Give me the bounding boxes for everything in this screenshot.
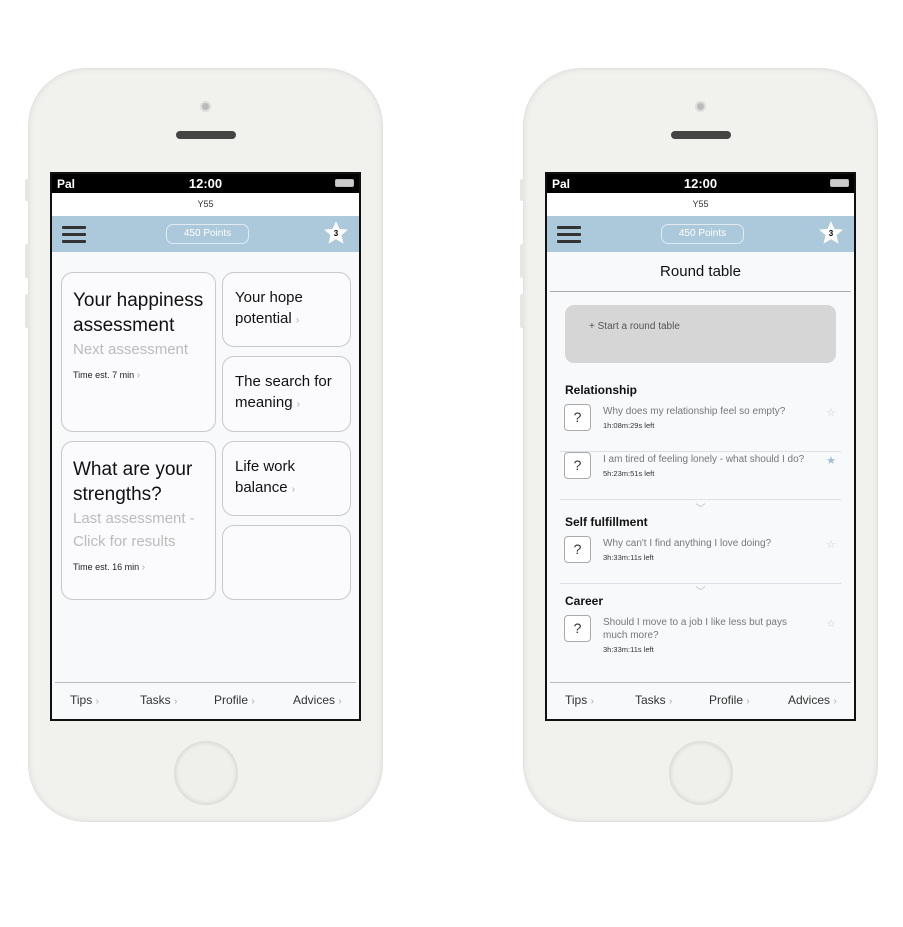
nav-profile[interactable]: Profile › bbox=[214, 693, 255, 707]
question-text: I am tired of feeling lonely - what shou… bbox=[603, 454, 805, 465]
status-bar: Pal 12:00 bbox=[52, 174, 359, 193]
camera bbox=[695, 101, 706, 112]
nav-tips[interactable]: Tips › bbox=[565, 693, 594, 707]
tile-life-work-balance[interactable]: Life work balance › bbox=[222, 441, 351, 516]
tile-title: Life work balance bbox=[235, 458, 296, 496]
question-icon: ? bbox=[564, 404, 591, 431]
section-career: Career bbox=[565, 594, 604, 608]
question-text: Why does my relationship feel so empty? bbox=[603, 406, 786, 417]
tile-title: Your hope potential bbox=[235, 289, 303, 327]
battery-icon bbox=[830, 179, 849, 187]
volume-down bbox=[25, 294, 29, 328]
mute-switch bbox=[25, 179, 29, 201]
section-relationship: Relationship bbox=[565, 383, 638, 397]
chevron-right-icon: › bbox=[136, 370, 141, 381]
star-count: 3 bbox=[828, 229, 834, 238]
chevron-down-icon[interactable]: ﹀ bbox=[547, 500, 854, 515]
chevron-right-icon: › bbox=[141, 562, 146, 573]
time-left: 5h:23m:51s left bbox=[603, 469, 655, 478]
tile-happiness-assessment[interactable]: Your happiness assessment Next assessmen… bbox=[61, 272, 216, 432]
question-text: Should I move to a job I like less but p… bbox=[603, 617, 787, 641]
star-badge[interactable]: 3 bbox=[323, 220, 349, 246]
volume-down bbox=[520, 294, 524, 328]
time-left: 3h:33m:11s left bbox=[603, 645, 654, 654]
volume-up bbox=[520, 244, 524, 278]
tile-hope-potential[interactable]: Your hope potential › bbox=[222, 272, 351, 347]
home-button[interactable] bbox=[669, 741, 733, 805]
tile-title: What are your strengths? bbox=[73, 459, 193, 505]
chevron-right-icon: › bbox=[338, 696, 342, 707]
points-badge[interactable]: 450 Points bbox=[166, 224, 249, 244]
nav-tasks[interactable]: Tasks › bbox=[635, 693, 672, 707]
time-left: 3h:33m:11s left bbox=[603, 553, 654, 562]
round-table-screen: Pal 12:00 Y55 450 Points 3 Round table +… bbox=[545, 172, 856, 721]
phone-left: Pal 12:00 Y55 450 Points 3 Your happines… bbox=[25, 68, 383, 822]
header: 450 Points 3 bbox=[52, 216, 359, 252]
tile-subtitle: Next assessment bbox=[73, 341, 189, 358]
nav-advices[interactable]: Advices › bbox=[293, 693, 342, 707]
phone-right: Pal 12:00 Y55 450 Points 3 Round table +… bbox=[520, 68, 878, 822]
chevron-right-icon: › bbox=[746, 696, 750, 707]
question-item[interactable]: ? Why does my relationship feel so empty… bbox=[560, 404, 841, 452]
app-name: Y55 bbox=[547, 193, 854, 216]
bottom-nav: Tips › Tasks › Profile › Advices › bbox=[550, 682, 851, 719]
header: 450 Points 3 bbox=[547, 216, 854, 252]
chevron-right-icon: › bbox=[590, 696, 594, 707]
bottom-nav: Tips › Tasks › Profile › Advices › bbox=[55, 682, 356, 719]
chevron-right-icon: › bbox=[295, 315, 300, 326]
tile-title: Your happiness assessment bbox=[73, 290, 204, 336]
battery-icon bbox=[335, 179, 354, 187]
divider bbox=[550, 291, 851, 292]
chevron-right-icon: › bbox=[95, 696, 99, 707]
tile-subtitle: Last assessment - Click for results bbox=[73, 510, 195, 550]
chevron-right-icon: › bbox=[669, 696, 673, 707]
nav-advices[interactable]: Advices › bbox=[788, 693, 837, 707]
question-item[interactable]: ? I am tired of feeling lonely - what sh… bbox=[560, 452, 841, 500]
tile-strengths[interactable]: What are your strengths? Last assessment… bbox=[61, 441, 216, 600]
status-bar: Pal 12:00 bbox=[547, 174, 854, 193]
home-screen: Pal 12:00 Y55 450 Points 3 Your happines… bbox=[50, 172, 361, 721]
question-icon: ? bbox=[564, 615, 591, 642]
tile-title: The search for meaning bbox=[235, 373, 332, 411]
hamburger-menu-icon[interactable] bbox=[62, 226, 86, 247]
question-icon: ? bbox=[564, 536, 591, 563]
speaker bbox=[176, 131, 236, 139]
tile-empty[interactable] bbox=[222, 525, 351, 600]
chevron-right-icon: › bbox=[174, 696, 178, 707]
home-button[interactable] bbox=[174, 741, 238, 805]
hamburger-menu-icon[interactable] bbox=[557, 226, 581, 247]
chevron-right-icon: › bbox=[251, 696, 255, 707]
points-badge[interactable]: 450 Points bbox=[661, 224, 744, 244]
question-item[interactable]: ? Should I move to a job I like less but… bbox=[560, 615, 841, 663]
nav-profile[interactable]: Profile › bbox=[709, 693, 750, 707]
start-round-table-button[interactable]: + Start a round table bbox=[565, 305, 836, 363]
star-filled-icon[interactable]: ★ bbox=[826, 454, 836, 467]
page-title: Round table bbox=[660, 263, 741, 280]
star-outline-icon[interactable]: ☆ bbox=[826, 406, 836, 419]
question-icon: ? bbox=[564, 452, 591, 479]
star-outline-icon[interactable]: ☆ bbox=[826, 617, 836, 630]
question-item[interactable]: ? Why can't I find anything I love doing… bbox=[560, 536, 841, 584]
clock: 12:00 bbox=[188, 176, 223, 191]
chevron-right-icon: › bbox=[833, 696, 837, 707]
question-text: Why can't I find anything I love doing? bbox=[603, 538, 772, 549]
nav-tips[interactable]: Tips › bbox=[70, 693, 99, 707]
time-estimate: Time est. 16 min bbox=[73, 562, 140, 572]
time-estimate: Time est. 7 min bbox=[73, 370, 135, 380]
app-name: Y55 bbox=[52, 193, 359, 216]
tile-search-for-meaning[interactable]: The search for meaning › bbox=[222, 356, 351, 432]
nav-tasks[interactable]: Tasks › bbox=[140, 693, 177, 707]
section-self-fulfillment: Self fulfillment bbox=[565, 515, 648, 529]
chevron-right-icon: › bbox=[296, 399, 301, 410]
star-outline-icon[interactable]: ☆ bbox=[826, 538, 836, 551]
speaker bbox=[671, 131, 731, 139]
time-left: 1h:08m:29s left bbox=[603, 421, 655, 430]
clock: 12:00 bbox=[683, 176, 718, 191]
chevron-right-icon: › bbox=[291, 484, 296, 495]
star-count: 3 bbox=[333, 229, 339, 238]
volume-up bbox=[25, 244, 29, 278]
star-badge[interactable]: 3 bbox=[818, 220, 844, 246]
mute-switch bbox=[520, 179, 524, 201]
camera bbox=[200, 101, 211, 112]
